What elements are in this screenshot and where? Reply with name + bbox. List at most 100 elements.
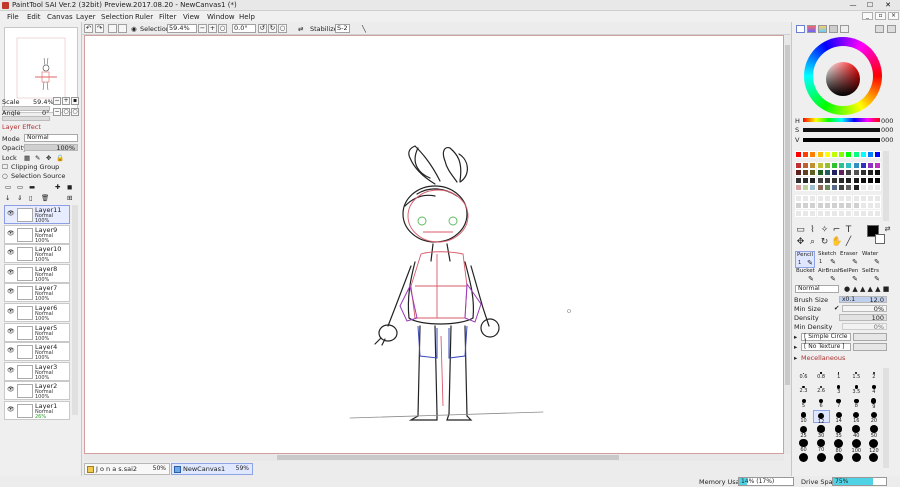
- zoom-out-button[interactable]: −: [198, 24, 207, 33]
- swatch[interactable]: [852, 202, 860, 209]
- eye-icon[interactable]: 👁: [7, 406, 15, 413]
- layer-row[interactable]: 👁 Layer11 Normal 100%: [4, 205, 70, 224]
- texture-expand-icon[interactable]: ▸: [794, 343, 797, 351]
- swatch[interactable]: [838, 202, 846, 209]
- brush-size-slider[interactable]: x0.1 12.0: [839, 296, 887, 304]
- delete-layer-icon[interactable]: 🗑: [41, 194, 49, 202]
- brush-tool-selers[interactable]: SelErs ✎: [861, 268, 881, 285]
- layer-option-icon[interactable]: ⊞: [67, 194, 72, 202]
- mdi-close-icon[interactable]: ×: [888, 12, 899, 20]
- brush-tool-pencil[interactable]: Pencil 1 ✎: [795, 251, 815, 268]
- swatch[interactable]: [867, 209, 874, 217]
- scale-minus-button[interactable]: −: [53, 97, 61, 105]
- swatch[interactable]: [809, 202, 817, 209]
- swatch[interactable]: [845, 209, 853, 217]
- color-swatches[interactable]: [795, 151, 882, 221]
- menu-window[interactable]: Window: [207, 13, 235, 21]
- swatch[interactable]: [802, 151, 810, 158]
- redo-icon[interactable]: ↷: [95, 24, 104, 33]
- brush-tip[interactable]: [795, 452, 812, 465]
- swatch[interactable]: [874, 194, 882, 202]
- menu-layer[interactable]: Layer: [76, 13, 96, 21]
- swatch[interactable]: [831, 161, 838, 169]
- swatch[interactable]: [823, 184, 831, 191]
- merge-down-icon[interactable]: ⇓: [17, 194, 22, 202]
- eye-icon[interactable]: 👁: [7, 210, 15, 217]
- mdi-restore-icon[interactable]: ▫: [875, 12, 886, 20]
- swatch[interactable]: [816, 184, 824, 191]
- swatch[interactable]: [852, 169, 860, 176]
- eye-icon[interactable]: 👁: [7, 347, 15, 354]
- brush-tip[interactable]: 7: [830, 396, 847, 409]
- brush-blend-mode-select[interactable]: Normal: [795, 285, 839, 293]
- menu-ruler[interactable]: Ruler: [135, 13, 153, 21]
- stabilizer-select[interactable]: S-2: [335, 24, 350, 33]
- swatch[interactable]: [838, 169, 846, 176]
- swatch[interactable]: [823, 169, 831, 176]
- vertical-scroll-thumb[interactable]: [785, 45, 790, 385]
- invert-selection-icon[interactable]: [118, 24, 127, 33]
- eye-icon[interactable]: 👁: [7, 269, 15, 276]
- brush-tip[interactable]: 20: [865, 410, 882, 424]
- menu-filter[interactable]: Filter: [159, 13, 176, 21]
- layer-row[interactable]: 👁 Layer9 Normal 100%: [4, 224, 70, 244]
- swatch[interactable]: [859, 184, 867, 191]
- brush-tip[interactable]: 1.5: [848, 368, 865, 381]
- swatch[interactable]: [838, 209, 846, 217]
- transfer-down-icon[interactable]: ↓: [5, 194, 10, 202]
- selection-eye-icon[interactable]: ◉: [131, 25, 137, 33]
- swatch[interactable]: [816, 209, 824, 217]
- secondary-color-swatch[interactable]: [875, 234, 885, 244]
- menu-edit[interactable]: Edit: [27, 13, 41, 21]
- canvas-horizontal-scrollbar[interactable]: [84, 454, 784, 461]
- new-linework-icon[interactable]: ▭: [17, 183, 23, 191]
- palette-options-icon[interactable]: [887, 25, 896, 33]
- angle-plus-button[interactable]: ○: [62, 108, 70, 116]
- layer-mask-icon[interactable]: ✚: [55, 183, 60, 191]
- scale-plus-button[interactable]: +: [62, 97, 70, 105]
- text-tool-icon[interactable]: T: [843, 225, 854, 236]
- menu-selection[interactable]: Selection: [101, 13, 133, 21]
- drawing-canvas[interactable]: [84, 35, 784, 454]
- brush-shape-strength[interactable]: [853, 333, 887, 341]
- hue-ring[interactable]: [804, 37, 882, 115]
- swatch[interactable]: [802, 161, 810, 169]
- brush-tool-bucket[interactable]: Bucket ✎: [795, 268, 815, 285]
- zoom-in-button[interactable]: +: [208, 24, 217, 33]
- menu-view[interactable]: View: [183, 13, 200, 21]
- swatch[interactable]: [809, 161, 817, 169]
- brush-tip[interactable]: 120: [865, 438, 882, 454]
- brush-tip[interactable]: 35: [830, 424, 847, 439]
- menu-canvas[interactable]: Canvas: [47, 13, 73, 21]
- layer-row[interactable]: 👁 Layer8 Normal 100%: [4, 263, 70, 283]
- brush-tip[interactable]: 3: [830, 382, 847, 395]
- clear-layer-icon[interactable]: ▯: [29, 194, 33, 202]
- swatch[interactable]: [845, 194, 853, 202]
- swatch[interactable]: [867, 202, 874, 209]
- eye-icon[interactable]: 👁: [7, 328, 15, 335]
- swatch-mode-icon[interactable]: [829, 25, 838, 33]
- swatch[interactable]: [859, 176, 867, 184]
- swatch[interactable]: [874, 202, 882, 209]
- layer-row[interactable]: 👁 Layer6 Normal 100%: [4, 303, 70, 322]
- swatch[interactable]: [802, 194, 810, 202]
- swatch[interactable]: [823, 151, 831, 158]
- rgb-slider-mode-icon[interactable]: [807, 25, 816, 33]
- lock-all-icon[interactable]: 🔒: [56, 154, 64, 162]
- brush-tip[interactable]: 2: [865, 368, 882, 381]
- swatch[interactable]: [831, 194, 838, 202]
- layer-row[interactable]: 👁 Layer2 Normal 100%: [4, 381, 70, 401]
- color-wheel-mode-icon[interactable]: [796, 25, 805, 33]
- blend-mode-select[interactable]: Normal: [24, 134, 78, 142]
- brush-tip[interactable]: [813, 452, 830, 465]
- swatch[interactable]: [838, 151, 846, 158]
- brush-tool-selpen[interactable]: SelPen ✎: [839, 268, 859, 285]
- eye-icon[interactable]: 👁: [7, 288, 15, 295]
- swatch[interactable]: [874, 161, 882, 169]
- rotate-right-button[interactable]: ↻: [268, 24, 277, 33]
- min-density-slider[interactable]: 0%: [842, 323, 887, 331]
- maximize-button[interactable]: ☐: [862, 0, 878, 10]
- layer-row[interactable]: 👁 Layer10 Normal 100%: [4, 244, 70, 264]
- swatch[interactable]: [823, 194, 831, 202]
- opacity-slider[interactable]: 100%: [24, 144, 78, 152]
